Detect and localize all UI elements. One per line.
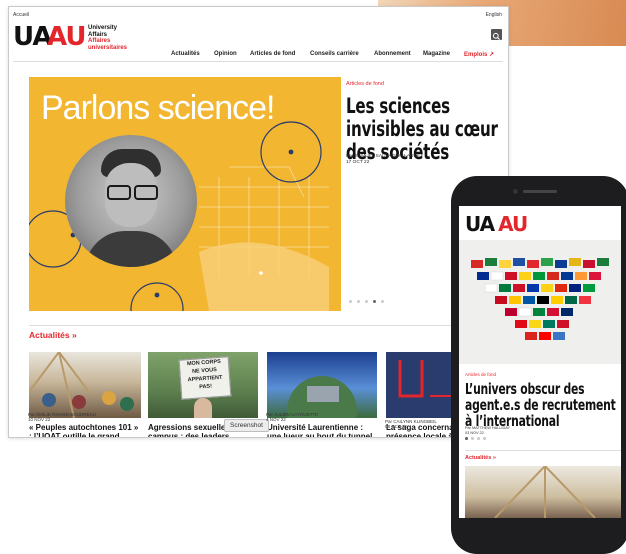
card-image-3[interactable] <box>267 352 377 418</box>
search-button[interactable] <box>491 29 502 40</box>
logo-line4: universitaires <box>88 44 128 51</box>
nav-conseils-carriere[interactable]: Conseils carrière <box>310 51 359 57</box>
carousel-dot-active[interactable] <box>373 300 376 303</box>
section-divider <box>29 325 503 326</box>
logo-au: AU <box>47 22 86 52</box>
home-link[interactable]: Accueil <box>13 12 29 18</box>
nav-actualites[interactable]: Actualités <box>171 51 200 57</box>
hero-kicker[interactable]: Articles de fond <box>346 81 384 87</box>
card-meta-3: Par JULIEN CAYOUETTE 4 NOV 22 <box>266 412 318 422</box>
carousel-dot-active[interactable] <box>465 437 468 440</box>
carousel-dot[interactable] <box>471 437 474 440</box>
phone-camera <box>513 189 518 194</box>
phone-logo-au: AU <box>498 212 528 236</box>
section-heading-actualites[interactable]: Actualités » <box>29 330 77 340</box>
carousel-dot[interactable] <box>365 300 368 303</box>
phone-title-text: L’univers obscur des agent.e.s de recrut… <box>465 380 616 430</box>
portrait-photo <box>65 135 197 267</box>
hero-image[interactable]: Parlons science! <box>29 77 341 311</box>
desktop-browser-window: Accueil English UA AU University Affairs… <box>8 6 509 438</box>
nav-magazine[interactable]: Magazine <box>423 51 450 57</box>
phone-bottom-bar <box>459 518 621 542</box>
carousel-dot[interactable] <box>349 300 352 303</box>
card-image-1[interactable] <box>29 352 141 418</box>
carousel-dot[interactable] <box>477 437 480 440</box>
hero-date: 17 OCT 22 <box>346 160 370 165</box>
logo-ua: UA <box>13 22 52 52</box>
card-meta-4: Par CAILYNN KLINGBEIL 08 OCT 22 <box>385 419 437 429</box>
card-meta-1: Par ÉMILIE RIVARD-BOUDREAU 10 NOV 22 <box>28 412 96 422</box>
phone-kicker[interactable]: Articles de fond <box>465 372 496 377</box>
phone-card-image[interactable] <box>465 465 621 519</box>
language-switch-link[interactable]: English <box>486 12 502 18</box>
card-date-4: 08 OCT 22 <box>385 424 407 429</box>
phone-section-heading[interactable]: Actualités » <box>465 455 496 461</box>
carousel-dot[interactable] <box>381 300 384 303</box>
phone-section-divider <box>465 450 621 451</box>
nav-emplois[interactable]: Emplois ↗ <box>464 51 494 58</box>
search-icon <box>492 32 500 40</box>
phone-title[interactable]: L’univers obscur des agent.e.s de recrut… <box>465 381 621 429</box>
phone-logo[interactable]: UA AU <box>465 212 528 236</box>
card-title-1[interactable]: « Peuples autochtones 101 » : l’UQAT out… <box>29 423 143 437</box>
phone-hero-image[interactable] <box>459 240 621 364</box>
card-date-3: 4 NOV 22 <box>266 417 286 422</box>
site-logo[interactable]: UA AU University Affairs Affaires univer… <box>13 22 127 57</box>
carousel-dot[interactable] <box>357 300 360 303</box>
nav-divider <box>13 61 503 62</box>
nav-opinion[interactable]: Opinion <box>214 51 237 57</box>
phone-logo-ua: UA <box>465 212 495 236</box>
phone-mockup: UA AU Articles de fond L’univers obscur d… <box>451 176 626 554</box>
protest-sign: MON CORPS NE VOUS APPARTIENT PAS! <box>178 356 232 400</box>
nav-articles-de-fond[interactable]: Articles de fond <box>250 51 295 57</box>
card-date-1: 10 NOV 22 <box>28 417 51 422</box>
phone-speaker <box>523 190 557 193</box>
phone-screen: UA AU Articles de fond L’univers obscur d… <box>459 206 621 542</box>
card-image-2[interactable]: MON CORPS NE VOUS APPARTIENT PAS! <box>148 352 258 418</box>
carousel-dot[interactable] <box>483 437 486 440</box>
card-title-3[interactable]: Université Laurentienne : une lueur au b… <box>267 423 379 437</box>
screenshot-tooltip: Screenshot <box>224 419 269 432</box>
phone-date: 03 NOV 22 <box>465 430 484 435</box>
flags-illustration <box>471 258 609 340</box>
nav-abonnement[interactable]: Abonnement <box>374 51 411 57</box>
